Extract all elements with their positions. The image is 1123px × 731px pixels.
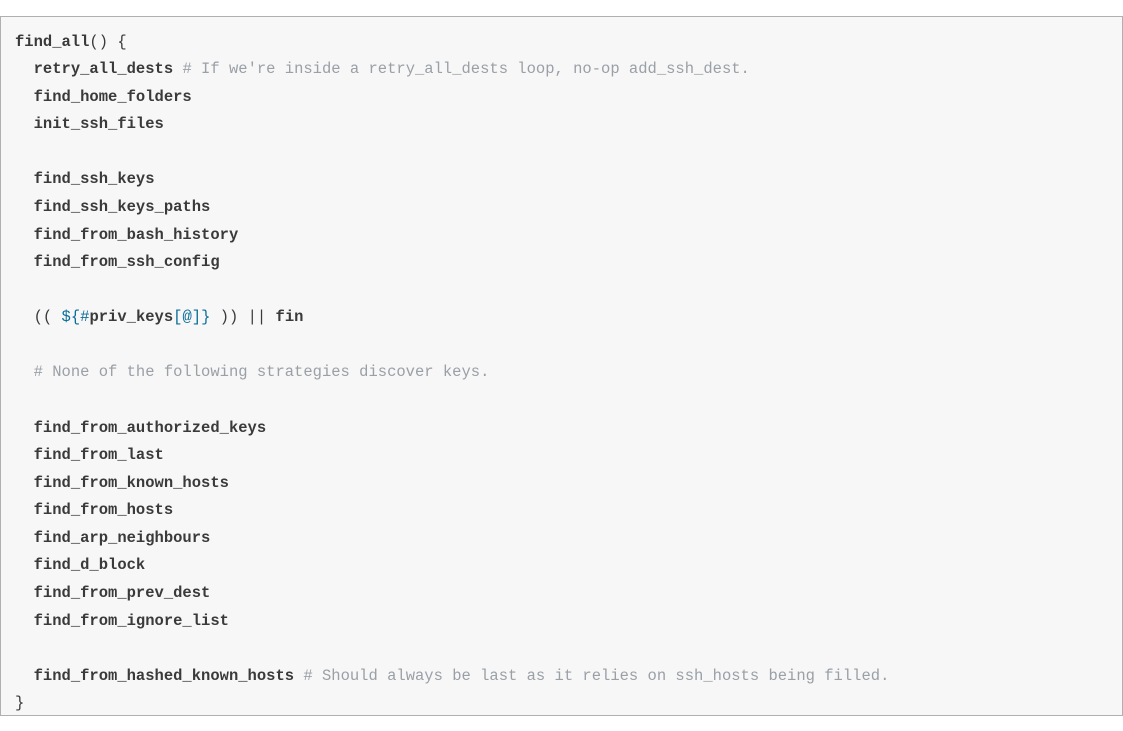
arith-close: )) xyxy=(210,308,247,326)
call-retry-all-dests: retry_all_dests xyxy=(34,60,174,78)
call-find-from-bash-history: find_from_bash_history xyxy=(34,226,239,244)
indent xyxy=(15,667,34,685)
call-find-home-folders: find_home_folders xyxy=(34,88,192,106)
indent xyxy=(15,226,34,244)
indent xyxy=(15,88,34,106)
call-find-d-block: find_d_block xyxy=(34,556,146,574)
indent xyxy=(15,198,34,216)
or-op: || xyxy=(248,308,276,326)
indent xyxy=(15,529,34,547)
call-find-from-hashed-known-hosts: find_from_hashed_known_hosts xyxy=(34,667,294,685)
indent xyxy=(15,474,34,492)
comment-3: # Should always be last as it relies on … xyxy=(303,667,889,685)
call-find-from-last: find_from_last xyxy=(34,446,164,464)
indent xyxy=(15,253,34,271)
call-find-from-hosts: find_from_hosts xyxy=(34,501,174,519)
at-sign: @ xyxy=(182,308,191,326)
indent xyxy=(15,612,34,630)
indent xyxy=(15,363,34,381)
comment-2: # None of the following strategies disco… xyxy=(34,363,490,381)
comment-1: # If we're inside a retry_all_dests loop… xyxy=(182,60,749,78)
indent xyxy=(15,115,34,133)
arith-open: (( xyxy=(34,308,62,326)
call-find-from-known-hosts: find_from_known_hosts xyxy=(34,474,229,492)
call-init-ssh-files: init_ssh_files xyxy=(34,115,164,133)
call-find-arp-neighbours: find_arp_neighbours xyxy=(34,529,211,547)
indent xyxy=(15,446,34,464)
call-find-ssh-keys-paths: find_ssh_keys_paths xyxy=(34,198,211,216)
brace-close: } xyxy=(201,308,210,326)
indent xyxy=(15,419,34,437)
call-find-from-ignore-list: find_from_ignore_list xyxy=(34,612,229,630)
function-name: find_all xyxy=(15,33,89,51)
paren-brace: () { xyxy=(89,33,126,51)
call-fin: fin xyxy=(276,308,304,326)
indent xyxy=(15,170,34,188)
indent xyxy=(15,584,34,602)
close-brace: } xyxy=(15,694,24,712)
dollar-brace-open: ${ xyxy=(62,308,81,326)
call-find-from-ssh-config: find_from_ssh_config xyxy=(34,253,220,271)
call-find-from-prev-dest: find_from_prev_dest xyxy=(34,584,211,602)
call-find-from-authorized-keys: find_from_authorized_keys xyxy=(34,419,267,437)
call-find-ssh-keys: find_ssh_keys xyxy=(34,170,155,188)
indent xyxy=(15,556,34,574)
indent xyxy=(15,60,34,78)
var-priv-keys: priv_keys xyxy=(89,308,173,326)
indent xyxy=(15,308,34,326)
indent xyxy=(15,501,34,519)
code-block: find_all() { retry_all_dests # If we're … xyxy=(0,16,1123,716)
bracket-close: ] xyxy=(192,308,201,326)
